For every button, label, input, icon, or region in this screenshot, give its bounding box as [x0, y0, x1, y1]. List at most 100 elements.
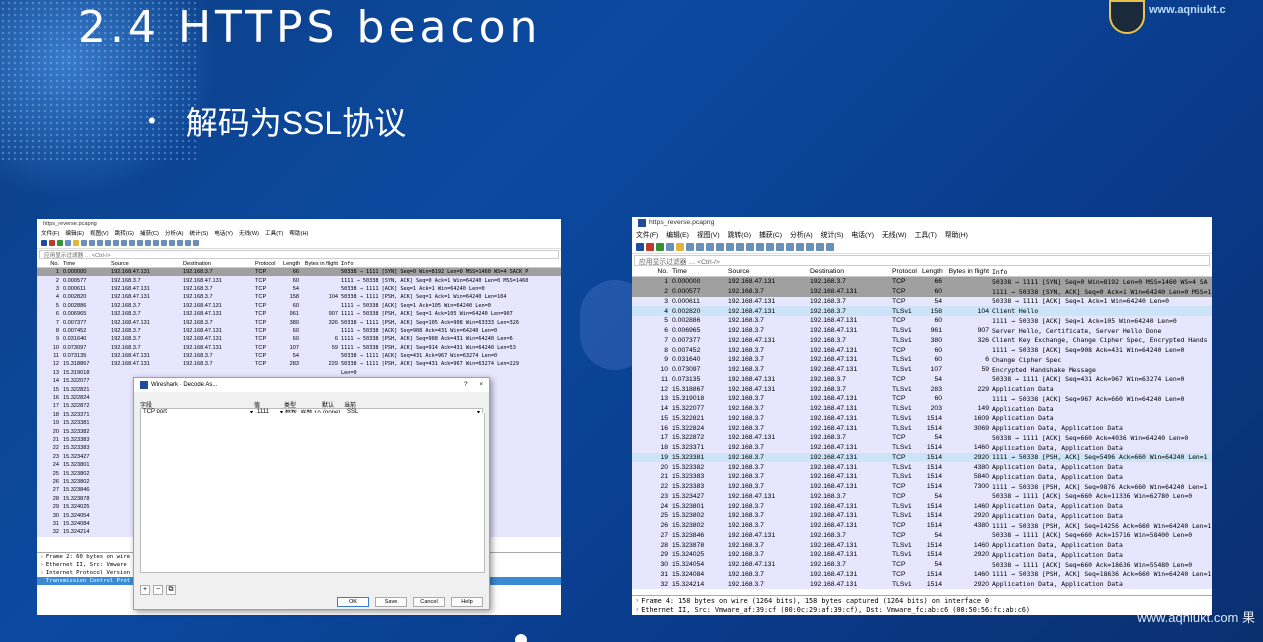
packet-row[interactable]: 25 15.323802 192.168.3.7 192.168.47.131 TLSv… — [632, 511, 1212, 521]
close-icon[interactable]: × — [479, 382, 483, 388]
packet-row[interactable]: 12 15.318867 192.168.47.131 192.168.3.7 TLSv… — [632, 384, 1212, 394]
chevron-right-icon[interactable]: › — [636, 606, 638, 613]
chevron-right-icon[interactable]: › — [41, 570, 43, 576]
menu-item[interactable]: 电话(Y) — [214, 229, 233, 237]
packet-row[interactable]: 17 15.322872 192.168.47.131 192.168.3.7 TCP 5… — [632, 433, 1212, 443]
save-file-icon[interactable] — [686, 242, 694, 251]
packet-row[interactable]: 10 0.073097 192.168.3.7 192.168.47.131 TLSv1… — [632, 364, 1212, 375]
packet-row[interactable]: 30 15.324054 192.168.47.131 192.168.3.7 TCP 5… — [632, 559, 1212, 570]
menu-item[interactable]: 捕获(C) — [140, 229, 159, 237]
packet-row[interactable]: 6 0.006965 192.168.3.7 192.168.47.131 TCP 961… — [37, 309, 561, 319]
packet-row[interactable]: 13 15.319018 Len=0 — [37, 368, 561, 378]
help-button[interactable]: Help — [451, 597, 483, 607]
menu-item[interactable]: 视图(V) — [697, 229, 720, 239]
last-icon[interactable] — [766, 242, 774, 251]
save-button[interactable]: Save — [375, 597, 407, 607]
menu-item[interactable]: 帮助(H) — [945, 229, 968, 239]
options-icon[interactable] — [666, 242, 674, 251]
goto-icon[interactable] — [746, 242, 754, 251]
packet-row[interactable]: 3 0.000611 192.168.47.131 192.168.3.7 TCP 54 5… — [632, 296, 1212, 307]
open-file-icon[interactable] — [73, 240, 79, 246]
forward-icon[interactable] — [121, 240, 127, 246]
open-file-icon[interactable] — [676, 242, 684, 251]
zoom-in-icon[interactable] — [169, 240, 175, 246]
packet-row[interactable]: 32 15.324214 192.168.3.7 192.168.47.131 TLSv… — [632, 579, 1212, 589]
menu-item[interactable]: 分析(A) — [165, 229, 184, 237]
menu-item[interactable]: 无线(W) — [239, 229, 259, 237]
menu-item[interactable]: 电话(Y) — [851, 229, 874, 239]
detail-tree-item[interactable]: › Frame 4: 158 bytes on wire (1264 bits),… — [632, 596, 1212, 605]
cancel-button[interactable]: Cancel — [413, 597, 445, 607]
menu-item[interactable]: 视图(V) — [90, 229, 109, 237]
reload-icon[interactable] — [706, 242, 714, 251]
detail-tree-item[interactable]: › Ethernet II, Src: Vmware_af:39:cf (00:0… — [632, 605, 1212, 614]
zoom-in-icon[interactable] — [796, 242, 804, 251]
packet-row[interactable]: 7 0.007377 192.168.47.131 192.168.3.7 TCP 380… — [37, 318, 561, 327]
back-icon[interactable] — [726, 242, 734, 251]
menu-item[interactable]: 无线(W) — [882, 229, 907, 239]
resize-columns-icon[interactable] — [193, 240, 199, 246]
goto-icon[interactable] — [129, 240, 135, 246]
header-length[interactable]: Length — [922, 268, 944, 275]
packet-row[interactable]: 5 0.002886 192.168.3.7 192.168.47.131 TCP 60 1… — [37, 301, 561, 310]
packet-row[interactable]: 31 15.324084 192.168.3.7 192.168.47.131 TCP 1… — [632, 569, 1212, 580]
zoom-out-icon[interactable] — [806, 242, 814, 251]
find-icon[interactable] — [105, 240, 111, 246]
packet-row[interactable]: 23 15.323427 192.168.47.131 192.168.3.7 TCP 5… — [632, 491, 1212, 502]
packet-row[interactable]: 21 15.323383 192.168.3.7 192.168.47.131 TLSv… — [632, 472, 1212, 482]
menu-item[interactable]: 文件(F) — [41, 229, 59, 237]
back-icon[interactable] — [113, 240, 119, 246]
menu-item[interactable]: 跳转(G) — [728, 229, 751, 239]
packet-row[interactable]: 29 15.324025 192.168.3.7 192.168.47.131 TLSv… — [632, 550, 1212, 560]
menu-item[interactable]: 工具(T) — [915, 229, 937, 239]
packet-row[interactable]: 1 0.000000 192.168.47.131 192.168.3.7 TCP 66 5… — [632, 277, 1212, 287]
header-info[interactable]: Info — [341, 261, 561, 267]
find-icon[interactable] — [716, 242, 724, 251]
packet-row[interactable]: 20 15.323382 192.168.3.7 192.168.47.131 TLSv… — [632, 462, 1212, 472]
chevron-right-icon[interactable]: › — [41, 562, 43, 568]
packet-row[interactable]: 2 0.000577 192.168.3.7 192.168.47.131 TCP 60 1… — [37, 276, 561, 285]
menu-item[interactable]: 捕获(C) — [759, 229, 782, 239]
save-file-icon[interactable] — [81, 240, 87, 246]
chevron-right-icon[interactable]: › — [636, 597, 638, 604]
zoom-reset-icon[interactable] — [816, 242, 824, 251]
first-icon[interactable] — [137, 240, 143, 246]
first-icon[interactable] — [756, 242, 764, 251]
menu-item[interactable]: 跳转(G) — [115, 229, 134, 237]
packet-row[interactable]: 24 15.323801 192.168.3.7 192.168.47.131 TLSv… — [632, 501, 1212, 511]
start-capture-icon[interactable] — [41, 240, 47, 246]
menu-item[interactable]: 统计(S) — [190, 229, 209, 237]
header-destination[interactable]: Destination — [183, 261, 255, 267]
stop-capture-icon[interactable] — [49, 240, 55, 246]
header-time[interactable]: Time — [63, 261, 111, 267]
packet-row[interactable]: 28 15.323878 192.168.3.7 192.168.47.131 TLSv… — [632, 540, 1212, 550]
packet-row[interactable]: 18 15.323371 192.168.3.7 192.168.47.131 TLSv… — [632, 442, 1212, 453]
header-destination[interactable]: Destination — [810, 268, 892, 275]
packet-row[interactable]: 6 0.006965 192.168.3.7 192.168.47.131 TLSv1 9… — [632, 325, 1212, 336]
packet-row[interactable]: 8 0.007452 192.168.3.7 192.168.47.131 TCP 60 1… — [37, 326, 561, 336]
menu-item[interactable]: 分析(A) — [790, 229, 813, 239]
header-info[interactable]: Info — [992, 268, 1212, 276]
packet-row[interactable]: 11 0.073135 192.168.47.131 192.168.3.7 TCP 54… — [37, 351, 561, 361]
copy-row-button[interactable]: ⧉ — [166, 585, 176, 595]
packet-row[interactable]: 4 0.002820 192.168.47.131 192.168.3.7 TLSv1 1… — [632, 306, 1212, 316]
restart-capture-icon[interactable] — [57, 240, 63, 246]
packet-row[interactable]: 26 15.323802 192.168.3.7 192.168.47.131 TCP 1… — [632, 520, 1212, 531]
restart-capture-icon[interactable] — [656, 242, 664, 251]
menu-item[interactable]: 工具(T) — [265, 229, 283, 237]
packet-row[interactable]: 16 15.322824 192.168.3.7 192.168.47.131 TLSv… — [632, 423, 1212, 433]
menu-item[interactable]: 编辑(E) — [65, 229, 84, 237]
start-capture-icon[interactable] — [636, 242, 644, 251]
header-bytes-in-flight[interactable]: Bytes in flight — [944, 268, 992, 275]
stop-capture-icon[interactable] — [646, 242, 654, 251]
packet-row[interactable]: 2 0.000577 192.168.3.7 192.168.47.131 TCP 60 1… — [632, 286, 1212, 297]
header-protocol[interactable]: Protocol — [892, 268, 922, 275]
header-protocol[interactable]: Protocol — [255, 261, 283, 267]
packet-row[interactable]: 10 0.073097 192.168.3.7 192.168.47.131 TCP 10… — [37, 343, 561, 352]
packet-row[interactable]: 8 0.007452 192.168.3.7 192.168.47.131 TCP 60 1… — [632, 345, 1212, 355]
display-filter-input[interactable]: 应用显示过滤器 … <Ctrl-/> — [39, 250, 559, 259]
options-icon[interactable] — [65, 240, 71, 246]
remove-row-button[interactable]: − — [153, 585, 163, 595]
add-row-button[interactable]: + — [140, 585, 150, 595]
colorize-icon[interactable] — [786, 242, 794, 251]
